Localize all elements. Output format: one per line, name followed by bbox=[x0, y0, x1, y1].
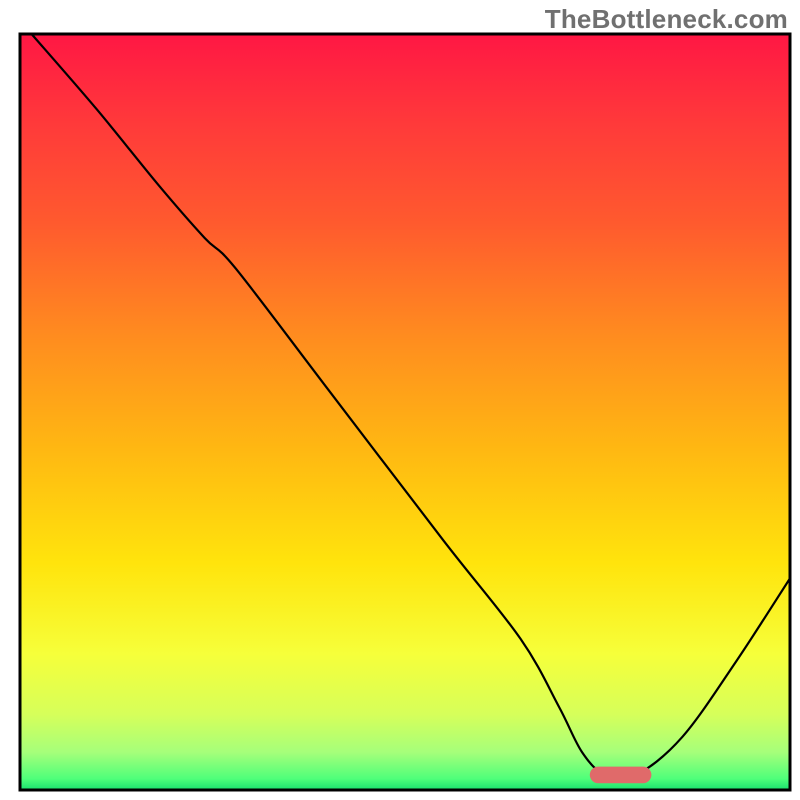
gradient-background bbox=[20, 34, 790, 790]
chart-frame: TheBottleneck.com bbox=[0, 0, 800, 800]
optimal-marker bbox=[590, 767, 652, 784]
watermark-label: TheBottleneck.com bbox=[545, 4, 788, 35]
plot-area bbox=[20, 34, 790, 790]
bottleneck-chart bbox=[0, 0, 800, 800]
